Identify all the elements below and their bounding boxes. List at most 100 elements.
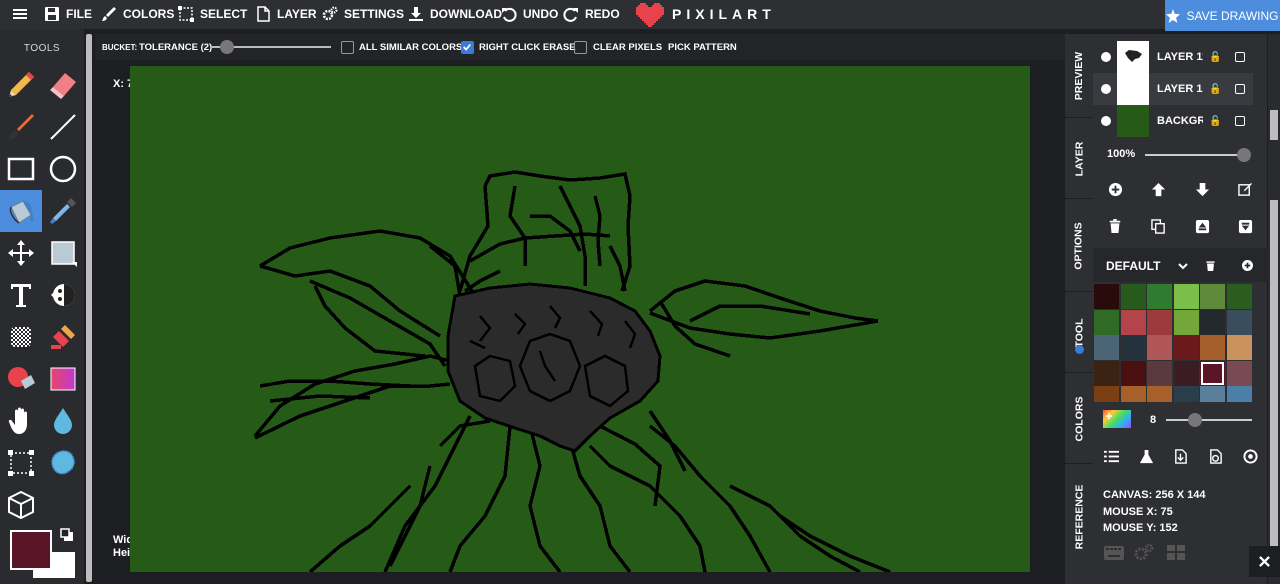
palette-swatch[interactable] [1200, 386, 1225, 402]
palette-swatch[interactable] [1120, 335, 1146, 360]
tab-layer[interactable]: LAYER [1065, 119, 1093, 199]
pick-pattern-button[interactable]: PICK PATTERN [668, 42, 737, 53]
download-menu-button[interactable]: DOWNLOAD [408, 5, 502, 23]
pan-tool-button[interactable] [0, 400, 42, 442]
right-click-erase-checkbox[interactable] [461, 40, 474, 54]
add-palette-icon[interactable] [1242, 260, 1253, 271]
tab-options[interactable]: OPTIONS [1065, 200, 1093, 292]
settings-menu-button[interactable]: SETTINGS [322, 5, 404, 23]
palette-swatch[interactable] [1226, 386, 1252, 402]
dither-tool-button[interactable] [42, 274, 84, 316]
layer-visibility-icon[interactable] [1101, 116, 1111, 126]
palette-swatch[interactable] [1226, 335, 1252, 360]
merge-layer-down-button[interactable] [1236, 217, 1254, 235]
palette-swatch[interactable] [1173, 360, 1199, 386]
palette-swatch[interactable] [1120, 309, 1146, 335]
save-drawing-button[interactable]: SAVE DRAWING [1165, 0, 1280, 31]
stamp-tool-button[interactable] [42, 316, 84, 358]
palette-swatch[interactable] [1173, 309, 1199, 335]
layer-row-background[interactable]: BACKGRO 🔓 [1093, 105, 1253, 137]
shape-tool-button[interactable] [42, 232, 84, 274]
palette-swatch[interactable] [1226, 309, 1252, 335]
tolerance-slider-thumb[interactable] [220, 40, 234, 54]
palette-swatch[interactable] [1120, 360, 1146, 386]
text-tool-button[interactable] [0, 274, 42, 316]
clear-pixels-checkbox[interactable] [574, 40, 587, 54]
redo-button[interactable]: REDO [563, 5, 620, 23]
tab-reference[interactable]: REFERENCE [1065, 465, 1093, 569]
import-file-button[interactable] [1171, 447, 1189, 465]
palette-swatch[interactable] [1147, 284, 1172, 309]
opacity-slider-thumb[interactable] [1237, 148, 1251, 162]
ellipse-tool-button[interactable] [42, 148, 84, 190]
tab-colors[interactable]: COLORS [1065, 374, 1093, 464]
palette-swatch[interactable] [1200, 284, 1225, 309]
layer-select-checkbox[interactable] [1235, 116, 1245, 126]
move-layer-down-button[interactable] [1193, 180, 1211, 198]
layer-menu-button[interactable]: LAYER [255, 5, 317, 23]
brush-size-slider-thumb[interactable] [1188, 413, 1202, 427]
palette-swatch[interactable] [1200, 309, 1225, 335]
scroll-thumb-main[interactable] [1270, 200, 1278, 570]
layer-row[interactable]: LAYER 11 🔓 [1093, 41, 1253, 73]
line-tool-button[interactable] [42, 106, 84, 148]
eraser-tool-button[interactable] [42, 64, 84, 106]
file-menu-button[interactable]: FILE [44, 5, 92, 23]
all-similar-checkbox[interactable] [341, 40, 354, 54]
scroll-thumb-top[interactable] [1270, 110, 1278, 140]
toolbar-scrollbar[interactable] [86, 34, 92, 582]
brush-size-slider[interactable] [1166, 413, 1252, 427]
palette-swatch[interactable] [1147, 386, 1172, 402]
pattern-tool-button[interactable] [0, 316, 42, 358]
rename-layer-button[interactable] [1236, 180, 1254, 198]
delete-palette-icon[interactable] [1205, 260, 1216, 271]
palette-swatch[interactable] [1147, 309, 1172, 335]
blur-tool-button[interactable] [42, 400, 84, 442]
layer-lock-icon[interactable]: 🔓 [1209, 52, 1221, 63]
palette-swatch[interactable] [1094, 360, 1119, 386]
palette-swatch[interactable] [1173, 386, 1199, 402]
close-panel-button[interactable] [1249, 546, 1280, 577]
palette-swatch[interactable] [1173, 284, 1199, 309]
layer-opacity-slider[interactable] [1145, 148, 1251, 162]
3d-tool-button[interactable] [0, 484, 42, 526]
target-button[interactable] [1241, 447, 1259, 465]
palette-swatch[interactable] [1147, 360, 1172, 386]
merge-layer-up-button[interactable] [1193, 217, 1211, 235]
layer-visibility-icon[interactable] [1101, 84, 1111, 94]
rectangle-tool-button[interactable] [0, 148, 42, 190]
tolerance-slider[interactable] [210, 40, 331, 54]
grid-layout-icon[interactable] [1167, 545, 1185, 560]
primary-color-swatch-front[interactable] [10, 530, 52, 570]
move-tool-button[interactable] [0, 232, 42, 274]
gradient-tool-button[interactable] [42, 358, 84, 400]
hamburger-menu-button[interactable] [12, 5, 28, 23]
layer-lock-icon[interactable]: 🔓 [1209, 116, 1221, 127]
export-file-button[interactable] [1206, 447, 1224, 465]
add-layer-button[interactable] [1106, 180, 1124, 198]
move-layer-up-button[interactable] [1149, 180, 1167, 198]
keyboard-icon[interactable] [1104, 546, 1124, 560]
drawing-canvas[interactable] [130, 66, 1030, 574]
palette-swatch[interactable] [1094, 386, 1119, 402]
right-panel-scrollbar[interactable] [1268, 34, 1280, 584]
tab-preview[interactable]: PREVIEW [1065, 34, 1093, 118]
palette-swatch[interactable] [1147, 335, 1172, 360]
palette-swatch[interactable] [1200, 335, 1225, 360]
layer-visibility-icon[interactable] [1101, 52, 1111, 62]
colors-menu-button[interactable]: COLORS [101, 5, 174, 23]
pencil-tool-button[interactable] [0, 64, 42, 106]
list-view-button[interactable] [1102, 447, 1120, 465]
palette-swatch[interactable] [1094, 309, 1119, 335]
replace-color-tool-button[interactable] [0, 358, 42, 400]
palette-swatch[interactable] [1173, 335, 1199, 360]
magic-wand-tool-button[interactable] [42, 442, 84, 484]
tab-tool[interactable]: TOOL [1065, 293, 1093, 373]
duplicate-layer-button[interactable] [1149, 217, 1167, 235]
palette-swatch[interactable] [1094, 284, 1119, 309]
palette-swatch[interactable] [1120, 386, 1146, 402]
layer-select-checkbox[interactable] [1235, 52, 1245, 62]
settings-gears-icon[interactable] [1134, 544, 1154, 560]
layer-select-checkbox[interactable] [1235, 84, 1245, 94]
palette-swatch[interactable] [1094, 335, 1119, 360]
